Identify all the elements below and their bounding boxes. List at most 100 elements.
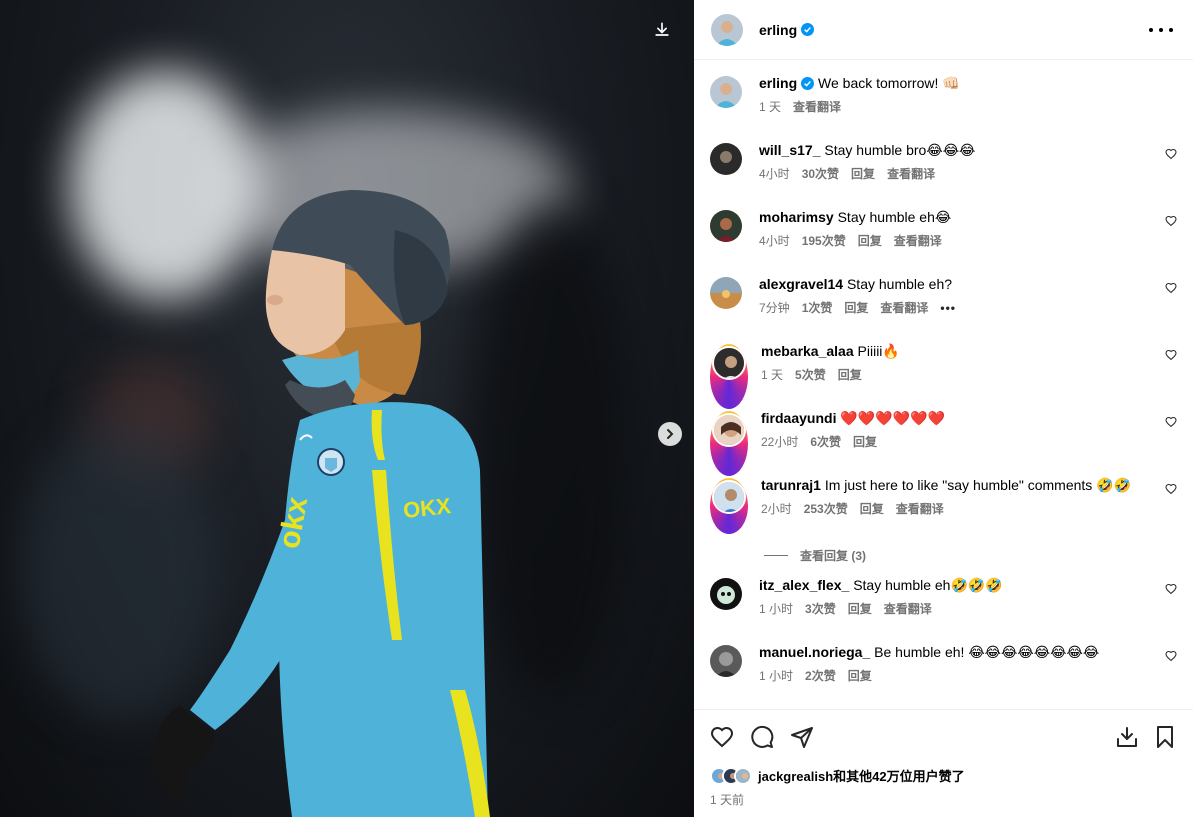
comment-likes[interactable]: 2次赞	[805, 667, 836, 684]
verified-badge-icon	[801, 23, 815, 36]
comment-row: alexgravel14 Stay humble eh? 7分钟 1次赞 回复 查看翻…	[694, 275, 1193, 342]
comment-username[interactable]: mebarka_alaa	[761, 343, 854, 359]
comment-text: Im just here to like "say humble" commen…	[824, 477, 1132, 493]
comment-username[interactable]: will_s17_	[759, 142, 821, 158]
view-replies-label[interactable]: 查看回复 (3)	[800, 547, 866, 564]
comment-likes[interactable]: 253次赞	[804, 500, 848, 517]
comment-time[interactable]: 1 小时	[759, 667, 793, 684]
reply-button[interactable]: 回复	[860, 500, 884, 517]
likes-text[interactable]: jackgrealish和其他42万位用户赞了	[758, 766, 965, 785]
comment-username[interactable]: firdaayundi	[761, 410, 836, 426]
comment-username[interactable]: moharimsy	[759, 209, 834, 225]
post-photo[interactable]: OKX okx	[0, 0, 694, 817]
bookmark-icon[interactable]	[1153, 725, 1177, 749]
comment-likes[interactable]: 30次赞	[802, 165, 839, 182]
post-actions: jackgrealish和其他42万位用户赞了 1 天前	[694, 709, 1193, 817]
view-replies-button[interactable]: 查看回复 (3)	[764, 534, 1193, 576]
comment-icon[interactable]	[750, 725, 774, 749]
commenter-avatar[interactable]	[710, 277, 742, 309]
commenter-avatar[interactable]	[710, 210, 742, 242]
comment-time[interactable]: 22小时	[761, 433, 798, 450]
comment-time[interactable]: 1 天	[761, 366, 783, 383]
reply-button[interactable]: 回复	[848, 600, 872, 617]
caption-text: We back tomorrow! 👊🏻	[818, 75, 960, 91]
heart-icon[interactable]	[1165, 483, 1177, 495]
comment-text: Stay humble eh😂	[837, 209, 952, 225]
comment-likes[interactable]: 3次赞	[805, 600, 836, 617]
translate-button[interactable]: 查看翻译	[884, 600, 932, 617]
comment-time[interactable]: 4小时	[759, 232, 790, 249]
svg-text:OKX: OKX	[402, 493, 452, 523]
more-options-button[interactable]	[1149, 20, 1173, 40]
comment-likes[interactable]: 6次赞	[810, 433, 841, 450]
translate-button[interactable]: 查看翻译	[896, 500, 944, 517]
comment-row: firdaayundi ❤️❤️❤️❤️❤️❤️ 22小时 6次赞 回复	[694, 409, 1193, 476]
reply-button[interactable]: 回复	[844, 299, 868, 316]
reply-button[interactable]: 回复	[858, 232, 882, 249]
comment-time[interactable]: 7分钟	[759, 299, 790, 316]
comment-text: Be humble eh! 😂😂😂😂😂😂😂😂	[874, 644, 1100, 660]
comment-time[interactable]: 4小时	[759, 165, 790, 182]
heart-icon[interactable]	[1165, 650, 1177, 662]
author-avatar[interactable]	[711, 13, 743, 46]
comment-username[interactable]: itz_alex_flex_	[759, 577, 849, 593]
author-username[interactable]: erling	[759, 22, 797, 38]
comment-row: tarunraj1 Im just here to like "say humb…	[694, 476, 1193, 534]
caption-username[interactable]: erling	[759, 75, 797, 91]
post-caption: erling We back tomorrow! 👊🏻 1 天查看翻译	[694, 74, 1193, 141]
comment-likes[interactable]: 195次赞	[802, 232, 846, 249]
commenter-avatar[interactable]	[710, 344, 748, 409]
liker-avatars	[710, 766, 752, 785]
comment-text: Piiiii🔥	[857, 343, 900, 359]
comment-row: will_s17_ Stay humble bro😂😂😂 4小时 30次赞 回复 查看…	[694, 141, 1193, 208]
heart-icon[interactable]	[1165, 215, 1177, 227]
chevron-right-icon	[667, 429, 674, 439]
comment-text: Stay humble eh🤣🤣🤣	[853, 577, 1003, 593]
commenter-avatar[interactable]	[710, 478, 748, 534]
heart-icon[interactable]	[710, 725, 734, 749]
caption-time[interactable]: 1 天	[759, 98, 781, 115]
player-illustration: OKX okx	[150, 190, 490, 817]
heart-icon[interactable]	[1165, 416, 1177, 428]
comment-time[interactable]: 2小时	[761, 500, 792, 517]
likes-summary[interactable]: jackgrealish和其他42万位用户赞了	[710, 766, 1177, 785]
share-icon[interactable]	[790, 725, 814, 749]
heart-icon[interactable]	[1165, 148, 1177, 160]
caption-translate[interactable]: 查看翻译	[793, 98, 841, 115]
commenter-avatar[interactable]	[710, 411, 748, 476]
reply-button[interactable]: 回复	[848, 667, 872, 684]
reply-button[interactable]: 回复	[853, 433, 877, 450]
commenter-avatar[interactable]	[710, 645, 742, 677]
post-header: erling	[694, 0, 1193, 60]
reply-button[interactable]: 回复	[851, 165, 875, 182]
commenter-avatar[interactable]	[710, 143, 742, 175]
comment-username[interactable]: alexgravel14	[759, 276, 843, 292]
replies-divider	[764, 554, 788, 556]
author-avatar[interactable]	[710, 76, 742, 108]
heart-icon[interactable]	[1165, 349, 1177, 361]
translate-button[interactable]: 查看翻译	[880, 299, 928, 316]
comment-text: Stay humble eh?	[846, 276, 953, 292]
comment-username[interactable]: manuel.noriega_	[759, 644, 870, 660]
reply-button[interactable]: 回复	[838, 366, 862, 383]
download-icon[interactable]	[652, 20, 672, 40]
comments-list[interactable]: erling We back tomorrow! 👊🏻 1 天查看翻译 will…	[694, 60, 1193, 709]
comment-likes[interactable]: 5次赞	[795, 366, 826, 383]
comment-username[interactable]: tarunraj1	[761, 477, 821, 493]
heart-icon[interactable]	[1165, 282, 1177, 294]
translate-button[interactable]: 查看翻译	[894, 232, 942, 249]
comment-time[interactable]: 1 小时	[759, 600, 793, 617]
comment-likes[interactable]: 1次赞	[802, 299, 833, 316]
liker-avatar	[734, 766, 752, 785]
comment-row: mebarka_alaa Piiiii🔥 1 天 5次赞 回复	[694, 342, 1193, 409]
comment-more-icon[interactable]: •••	[940, 301, 956, 315]
post-detail-panel: erling erling We back tomorrow! 👊🏻 1 天查看…	[694, 0, 1193, 817]
next-image-button[interactable]	[658, 422, 682, 446]
download-icon[interactable]	[1115, 725, 1139, 749]
translate-button[interactable]: 查看翻译	[887, 165, 935, 182]
comment-text: Stay humble bro😂😂😂	[824, 142, 976, 158]
comment-row: itz_alex_flex_ Stay humble eh🤣🤣🤣 1 小时 3次赞…	[694, 576, 1193, 643]
commenter-avatar[interactable]	[710, 578, 742, 610]
heart-icon[interactable]	[1165, 583, 1177, 595]
comment-text: ❤️❤️❤️❤️❤️❤️	[840, 410, 945, 426]
